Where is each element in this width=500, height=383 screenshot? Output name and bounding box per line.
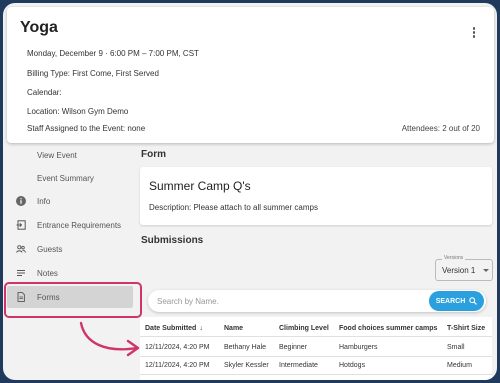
search-input[interactable]: [157, 294, 417, 308]
event-header-card: Yoga Monday, December 9 · 6:00 PM – 7:00…: [7, 7, 494, 143]
sidebar-item-label: Entrance Requirements: [37, 220, 122, 230]
submissions-section-title: Submissions: [141, 235, 204, 246]
version-select[interactable]: Versions Version 1: [435, 255, 493, 281]
table-divider: [140, 356, 492, 357]
sidebar-item-label: Event Summary: [37, 173, 94, 183]
table-cell: 12/11/2024, 4:20 PM: [145, 362, 210, 369]
table-cell: Hotdogs: [339, 362, 366, 369]
chevron-down-icon: [483, 269, 489, 272]
event-billing-type: Billing Type: First Come, First Served: [27, 69, 159, 78]
sidebar-item-event-summary[interactable]: Event Summary: [7, 167, 133, 189]
entrance-icon: [15, 219, 27, 231]
form-name: Summer Camp Q's: [149, 179, 251, 193]
table-cell: 12/11/2024, 4:20 PM: [145, 344, 210, 351]
table-divider: [140, 374, 492, 375]
sort-arrow-icon: ↓: [199, 325, 203, 332]
submissions-table: Date Submitted ↓ Name Climbing Level Food…: [140, 317, 492, 380]
sidebar-item-info[interactable]: Info: [7, 190, 133, 212]
column-header-name[interactable]: Name: [224, 325, 243, 332]
search-button-label: SEARCH: [435, 297, 466, 305]
form-section-title: Form: [141, 149, 166, 160]
sidebar-item-label: Info: [37, 196, 51, 206]
table-cell: Bethany Hale: [224, 344, 267, 351]
version-caption: Versions: [442, 255, 466, 261]
event-title: Yoga: [20, 19, 58, 36]
sidebar-item-notes[interactable]: Notes: [7, 262, 133, 284]
table-cell: Small: [447, 344, 465, 351]
search-button[interactable]: SEARCH: [429, 291, 484, 311]
table-cell: Skyler Kessler: [224, 362, 269, 369]
forms-highlight-box: [4, 282, 142, 318]
table-cell: Medium: [447, 362, 472, 369]
notes-icon: [15, 267, 27, 279]
event-calendar: Calendar:: [27, 88, 62, 97]
sidebar-item-label: Guests: [37, 244, 63, 254]
more-options-icon[interactable]: [468, 27, 480, 41]
table-cell: Beginner: [279, 344, 308, 351]
search-icon: [469, 297, 478, 305]
sidebar-item-label: Notes: [37, 268, 58, 278]
search-bar: SEARCH: [148, 290, 486, 312]
attendees-count: Attendees: 2 out of 20: [401, 124, 480, 133]
table-cell: Intermediate: [279, 362, 318, 369]
pointer-arrow-icon: [79, 321, 140, 357]
table-cell: Hamburgers: [339, 344, 378, 351]
column-header-tshirt-size[interactable]: T-Shirt Size: [447, 325, 485, 332]
column-header-climbing-level[interactable]: Climbing Level: [279, 325, 329, 332]
sidebar-item-guests[interactable]: Guests: [7, 238, 133, 260]
sidebar-item-view-event[interactable]: View Event: [7, 144, 133, 166]
form-card: Summer Camp Q's Description: Please atta…: [140, 167, 492, 225]
event-staff: Staff Assigned to the Event: none: [27, 124, 146, 133]
form-description: Description: Please attach to all summer…: [149, 203, 318, 212]
sidebar-item-label: View Event: [37, 150, 77, 160]
column-header-date-submitted[interactable]: Date Submitted ↓: [145, 325, 203, 332]
column-header-food-choices[interactable]: Food choices summer camps: [339, 325, 437, 332]
sidebar-item-entrance-requirements[interactable]: Entrance Requirements: [7, 214, 133, 236]
event-date-time: Monday, December 9 · 6:00 PM – 7:00 PM, …: [27, 49, 199, 58]
table-divider: [140, 336, 492, 337]
version-value: Version 1: [442, 266, 476, 275]
info-icon: [15, 195, 27, 207]
app-frame: Yoga Monday, December 9 · 6:00 PM – 7:00…: [3, 3, 497, 380]
guests-icon: [15, 243, 27, 255]
event-location: Location: Wilson Gym Demo: [27, 107, 129, 116]
